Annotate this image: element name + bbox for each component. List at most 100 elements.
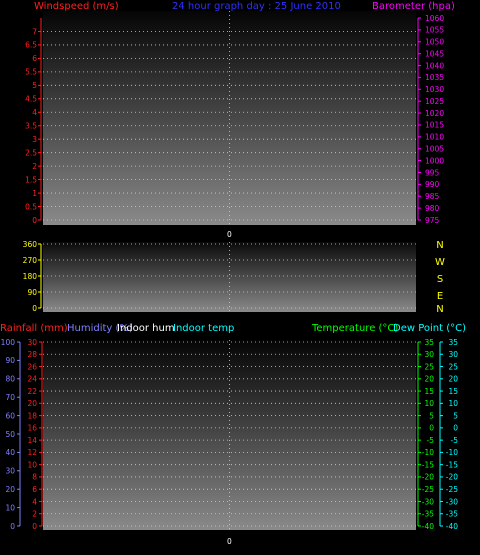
rainfall-tick-label: 6 <box>32 485 37 494</box>
dewpoint-tick-label: -20 <box>446 473 458 482</box>
direction-tick-label: 90 <box>27 288 37 297</box>
rainfall-tick-label: 10 <box>27 460 37 469</box>
windspeed-tick-label: 6 <box>32 54 37 63</box>
temp-x-tick-label: 0 <box>227 537 232 546</box>
compass-label: S <box>437 274 443 285</box>
temperature-tick-label: -35 <box>422 510 434 519</box>
dewpoint-tick-label: 15 <box>448 387 458 396</box>
rainfall-tick-label: 26 <box>27 362 37 371</box>
dewpoint-tick-label: 35 <box>448 338 458 347</box>
barometer-tick-label: 1030 <box>425 85 444 94</box>
compass-label: N <box>436 304 443 315</box>
humidity-tick-label: 0 <box>10 522 15 531</box>
chart-title: 24 hour graph day : 25 June 2010 <box>172 1 341 12</box>
windspeed-tick-label: 4 <box>32 108 37 117</box>
barometer-tick-label: 1050 <box>425 38 444 47</box>
humidity-tick-label: 80 <box>5 375 15 384</box>
rainfall-tick-label: 30 <box>27 338 37 347</box>
windspeed-tick-label: 2.5 <box>25 148 37 157</box>
barometer-tick-label: 995 <box>425 168 440 177</box>
compass-labels: NWSEN <box>435 240 445 315</box>
rainfall-tick-label: 12 <box>27 448 37 457</box>
barometer-tick-label: 1055 <box>425 26 444 35</box>
windspeed-tick-label: 5 <box>32 81 37 90</box>
humidity-tick-label: 10 <box>5 503 15 512</box>
windspeed-tick-label: 1.5 <box>25 175 37 184</box>
direction-tick-label: 0 <box>32 304 37 313</box>
dewpoint-tick-label: -40 <box>446 522 458 531</box>
windspeed-tick-label: 1 <box>32 189 37 198</box>
rainfall-tick-label: 14 <box>27 436 37 445</box>
temperature-tick-label: -40 <box>422 522 434 531</box>
humidity-tick-label: 50 <box>5 430 15 439</box>
wind-x-tick-label: 0 <box>227 230 232 239</box>
barometer-tick-label: 990 <box>425 180 440 189</box>
barometer-tick-label: 1060 <box>425 14 444 23</box>
windspeed-tick-label: 3.5 <box>25 122 37 131</box>
barometer-axis: 975 980 985 990 995 1000 1005 1010 1015 1020 1025 1… <box>417 14 444 225</box>
rainfall-tick-label: 16 <box>27 424 37 433</box>
windspeed-tick-label: 3 <box>32 135 37 144</box>
rainfall-tick-label: 2 <box>32 510 37 519</box>
rainfall-tick-label: 8 <box>32 473 37 482</box>
temperature-tick-label: 5 <box>429 411 434 420</box>
windspeed-axis-label: Windspeed (m/s) <box>34 1 119 12</box>
dewpoint-tick-label: 30 <box>448 350 458 359</box>
legend-dew-point: Dew Point (°C) <box>393 323 466 334</box>
rainfall-tick-label: 22 <box>27 387 37 396</box>
barometer-tick-label: 1015 <box>425 121 444 130</box>
dewpoint-tick-label: -35 <box>446 510 458 519</box>
direction-panel-background <box>43 242 416 312</box>
temperature-tick-label: 20 <box>424 375 434 384</box>
humidity-tick-label: 40 <box>5 448 15 457</box>
temperature-tick-label: -5 <box>427 436 435 445</box>
barometer-tick-label: 1000 <box>425 156 444 165</box>
windspeed-tick-label: 2 <box>32 162 37 171</box>
temperature-tick-label: -10 <box>422 448 434 457</box>
temperature-tick-label: -20 <box>422 473 434 482</box>
windspeed-tick-label: 4.5 <box>25 95 37 104</box>
rainfall-tick-label: 28 <box>27 350 37 359</box>
rainfall-tick-label: 20 <box>27 399 37 408</box>
dewpoint-tick-label: -25 <box>446 485 458 494</box>
dewpoint-tick-label: -5 <box>451 436 459 445</box>
temperature-tick-label: 10 <box>424 399 434 408</box>
barometer-tick-label: 1045 <box>425 49 444 58</box>
temperature-tick-label: 30 <box>424 350 434 359</box>
dewpoint-tick-label: 0 <box>453 424 458 433</box>
temperature-tick-label: 15 <box>424 387 434 396</box>
temperature-tick-label: -25 <box>422 485 434 494</box>
temperature-tick-label: -30 <box>422 497 434 506</box>
rainfall-tick-label: 4 <box>32 497 37 506</box>
direction-axis: 0 90 180 270 360 <box>23 240 42 313</box>
dewpoint-tick-label: -10 <box>446 448 458 457</box>
compass-label: W <box>435 257 445 268</box>
dewpoint-tick-label: 25 <box>448 362 458 371</box>
dewpoint-tick-label: 20 <box>448 375 458 384</box>
temperature-tick-label: 35 <box>424 338 434 347</box>
humidity-tick-label: 90 <box>5 356 15 365</box>
windspeed-tick-label: 7 <box>32 27 37 36</box>
rainfall-tick-label: 18 <box>27 411 37 420</box>
humidity-tick-label: 100 <box>1 338 16 347</box>
humidity-tick-label: 60 <box>5 411 15 420</box>
rainfall-tick-label: 24 <box>27 375 37 384</box>
barometer-tick-label: 1010 <box>425 133 444 142</box>
compass-label: E <box>437 291 443 302</box>
barometer-tick-label: 1005 <box>425 145 444 154</box>
legend-indoor-temp: Indoor temp <box>173 323 234 334</box>
rainfall-tick-label: 0 <box>32 522 37 531</box>
windspeed-tick-label: 0 <box>32 216 37 225</box>
windspeed-tick-label: 6.5 <box>25 41 37 50</box>
windspeed-axis: 0 0.5 1 1.5 2 2.5 3 3.5 4 4.5 5 5.5 6 6.5 7 <box>25 18 42 225</box>
rainfall-axis: 024681012141618202224262830 <box>27 338 43 531</box>
barometer-tick-label: 1035 <box>425 73 444 82</box>
dewpoint-axis: -40 -35 -30 -25 -20 -15 -10 -5 0 5 10 15 20 25 30 35 <box>439 338 459 531</box>
dewpoint-tick-label: -15 <box>446 460 458 469</box>
humidity-tick-label: 70 <box>5 393 15 402</box>
temperature-tick-label: -15 <box>422 460 434 469</box>
temperature-tick-label: 25 <box>424 362 434 371</box>
legend-indoor-hum: Indoor hum <box>117 323 175 334</box>
barometer-axis-label: Barometer (hpa) <box>372 1 455 12</box>
windspeed-tick-label: 5.5 <box>25 68 37 77</box>
